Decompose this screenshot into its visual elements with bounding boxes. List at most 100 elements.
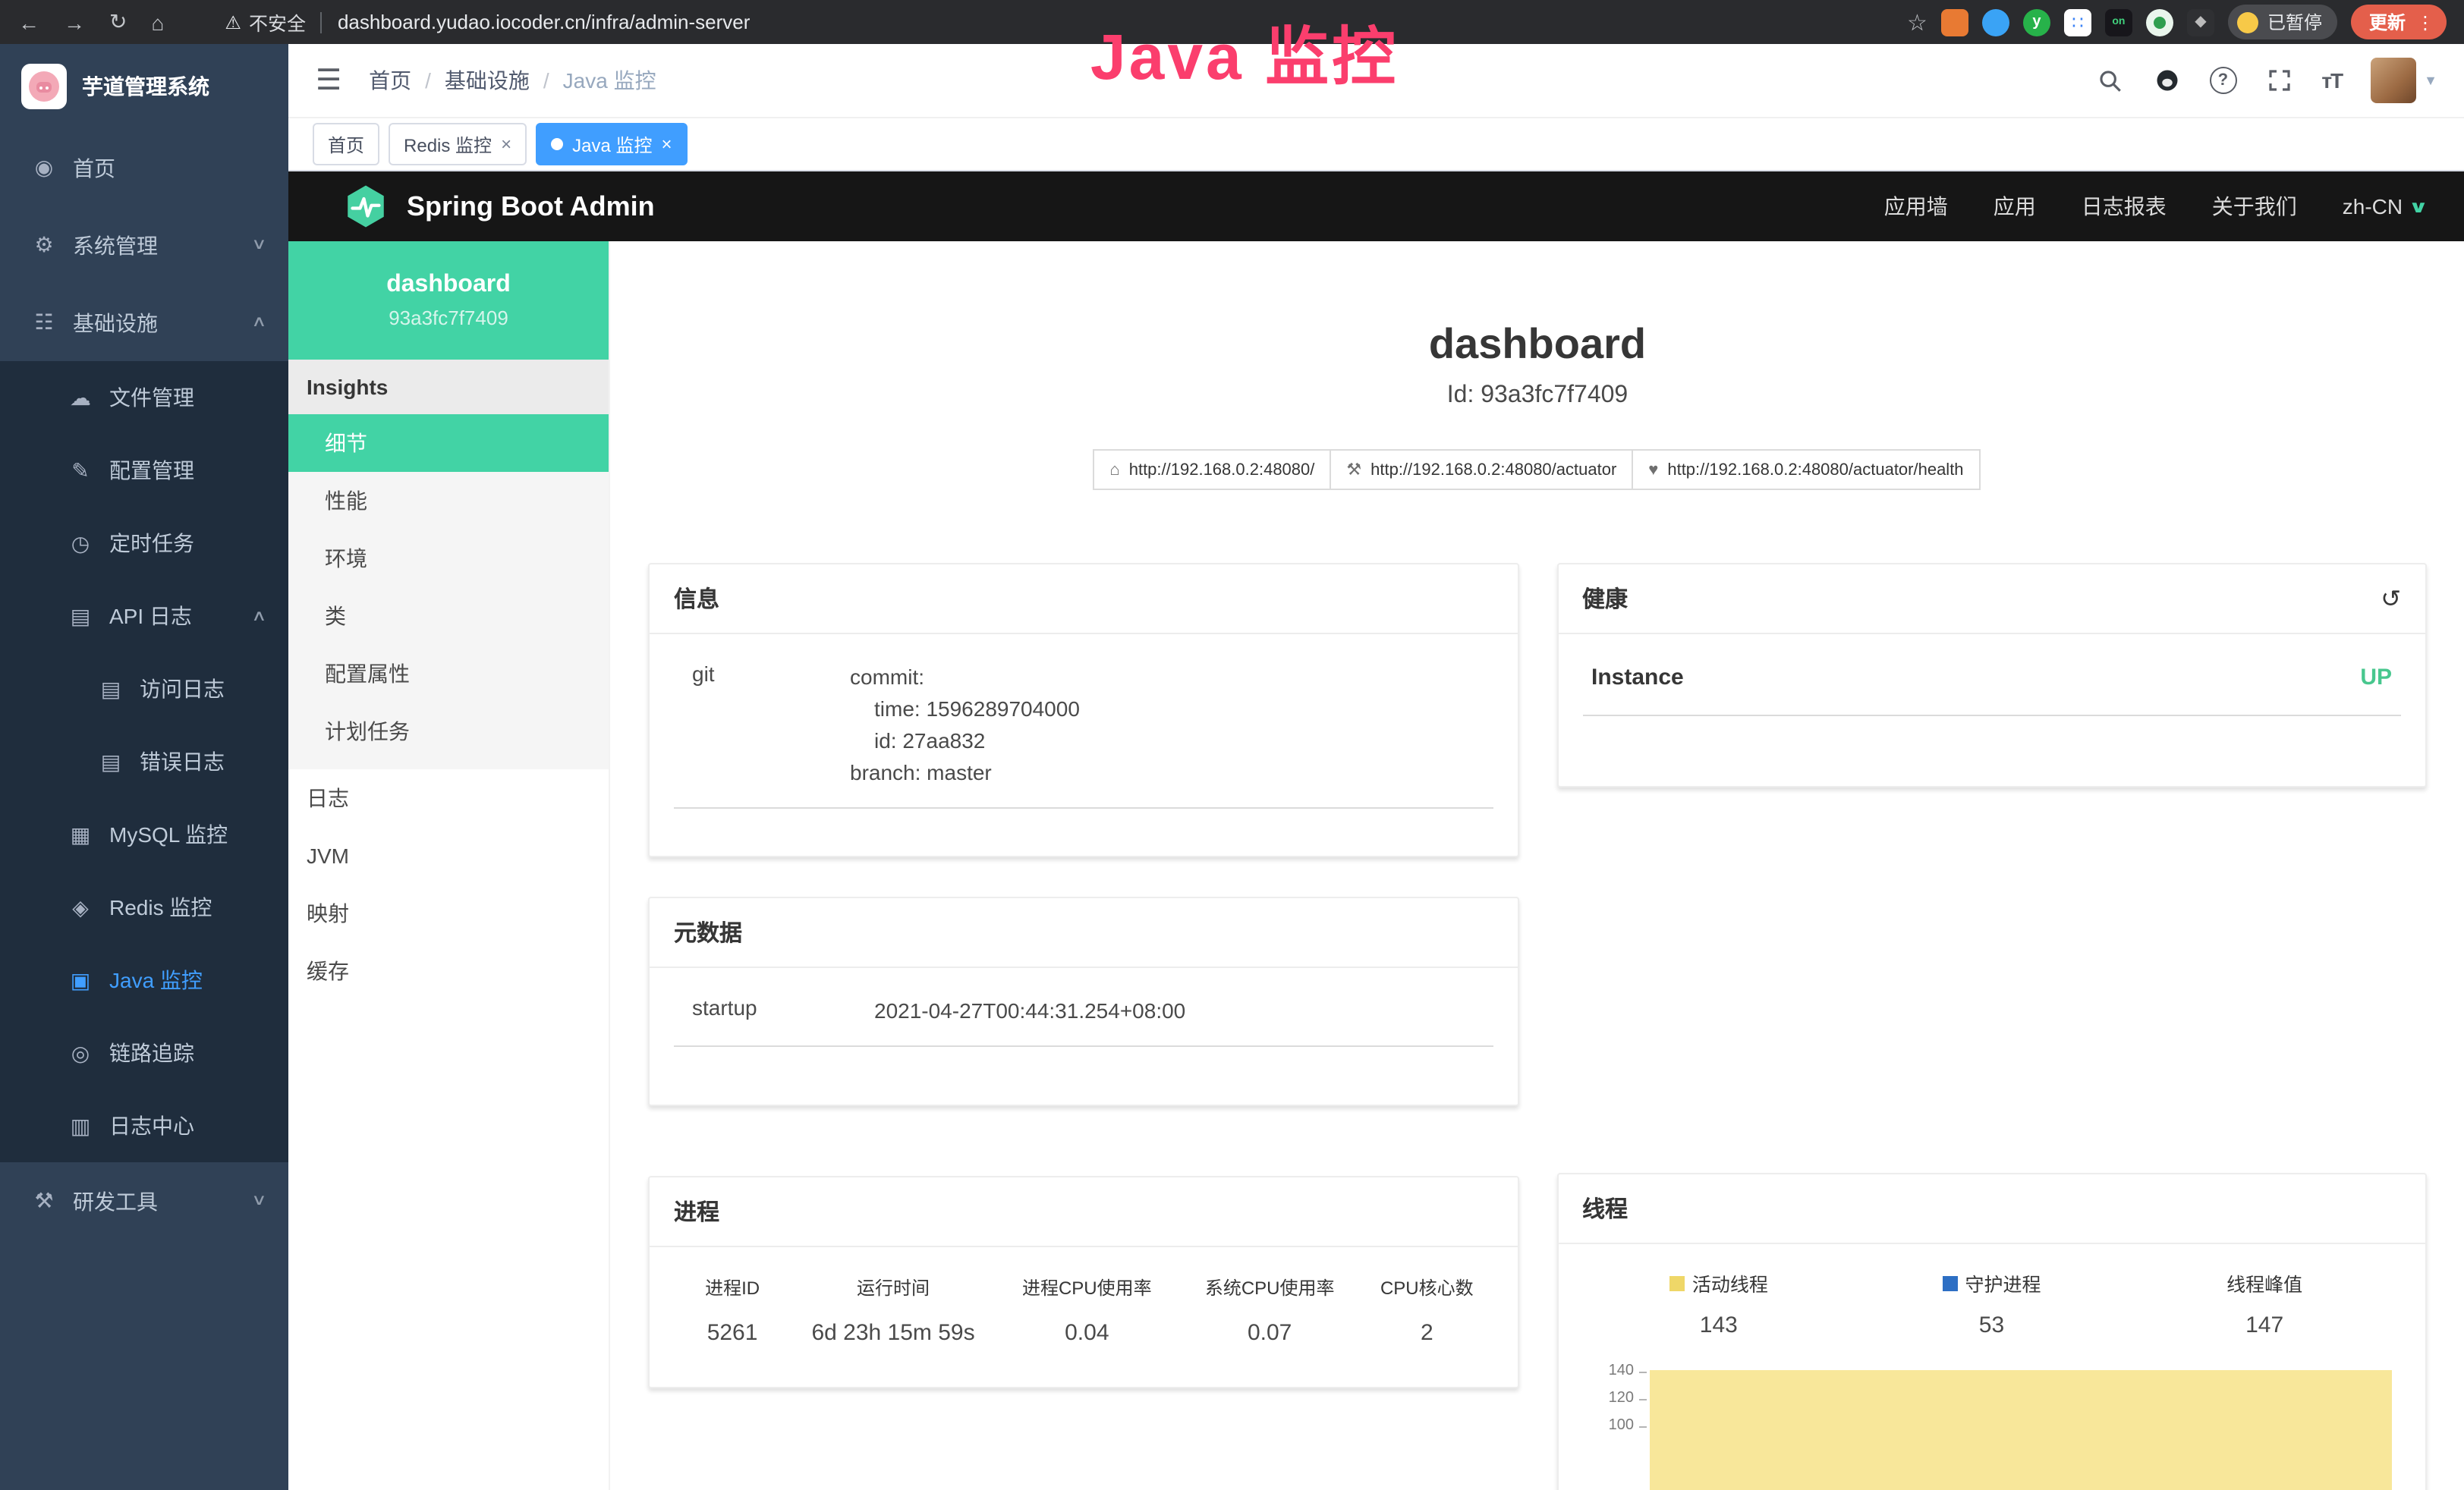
header-actions: ? тT ▼ [2097,58,2437,103]
infrastructure-icon: ☷ [30,310,58,335]
service-url-link[interactable]: ⌂ http://192.168.0.2:48080/ [1093,449,1331,490]
sidebar-item-tracing[interactable]: ◎ 链路追踪 [0,1017,288,1089]
sba-menu-classes[interactable]: 类 [288,587,609,645]
cards-left-column: 信息 git commit: time: 1596289704000 id: 2… [648,563,1518,1388]
sidebar-item-infra[interactable]: ☷ 基础设施 ∧ [0,284,288,361]
legend-daemon-threads: 守护进程 53 [1855,1268,2129,1338]
cloud-icon: ☁ [67,385,94,410]
extension-icon-4[interactable]: ∷ [2064,8,2091,36]
sba-menu-details[interactable]: 细节 [288,414,609,472]
sidebar-item-java-monitor[interactable]: ▣ Java 监控 [0,944,288,1017]
sidebar-item-redis[interactable]: ◈ Redis 监控 [0,871,288,944]
sidebar-item-api-log[interactable]: ▤ API 日志 ∧ [0,580,288,652]
log-icon: ▤ [67,603,94,629]
heartbeat-icon: ♥ [1648,461,1658,479]
sidebar-toggle-icon[interactable]: ☰ [316,63,341,98]
metadata-card: 元数据 startup 2021-04-27T00:44:31.254+08:0… [648,897,1518,1106]
extension-icon-5[interactable]: on [2105,8,2132,36]
redis-icon: ◈ [67,894,94,920]
fullscreen-icon[interactable] [2265,67,2292,94]
sidebar-item-home[interactable]: ◉ 首页 [0,129,288,206]
paused-badge[interactable]: 已暂停 [2228,5,2337,39]
sba-brand-title[interactable]: Spring Boot Admin [407,190,655,222]
help-icon[interactable]: ? [2209,67,2236,94]
sidebar-item-system[interactable]: ⚙ 系统管理 ∨ [0,206,288,284]
sidebar-submenu-infra: ☁ 文件管理 ✎ 配置管理 ◷ 定时任务 ▤ API 日志 ∧ ▤ [0,361,288,1162]
sba-menu-jvm[interactable]: JVM [288,827,609,885]
home-icon[interactable]: ⌂ [151,10,164,34]
sba-navbar: Spring Boot Admin 应用墙 应用 日志报表 关于我们 zh-CN… [288,171,2464,241]
bookmark-star-icon[interactable]: ☆ [1907,8,1927,36]
address-bar[interactable]: ⚠ 不安全 dashboard.yudao.iocoder.cn/infra/a… [225,8,750,36]
sba-nav-wall[interactable]: 应用墙 [1884,191,1948,222]
avatar[interactable] [2371,58,2416,103]
process-table: 进程ID 5261 运行时间 6d 23h 15m 59s [674,1268,1493,1346]
browser-menu-icon[interactable]: ⋮ [2416,11,2434,33]
sidebar-item-error-log[interactable]: ▤ 错误日志 [0,725,288,798]
back-icon[interactable]: ← [18,10,39,34]
tab-redis-monitor[interactable]: Redis 监控 × [389,123,527,165]
sidebar-item-jobs[interactable]: ◷ 定时任务 [0,507,288,580]
sba-menu-metrics[interactable]: 性能 [288,472,609,530]
screen: Java 监控 ← → ↻ ⌂ ⚠ 不安全 dashboard.yudao.io… [0,0,2464,1490]
active-dot [551,138,563,150]
sidebar-item-config[interactable]: ✎ 配置管理 [0,434,288,507]
url-text[interactable]: dashboard.yudao.iocoder.cn/infra/admin-s… [338,11,750,33]
sba-menu-mappings[interactable]: 映射 [288,885,609,942]
sba-insights-group: Insights 细节 性能 环境 类 配置属性 计划任务 [288,360,609,769]
health-url-link[interactable]: ♥ http://192.168.0.2:48080/actuator/heal… [1632,449,1980,490]
sba-sidebar: dashboard 93a3fc7f7409 Insights 细节 性能 环境… [288,241,610,1490]
sba-locale-select[interactable]: zh-CN ∨ [2343,194,2425,218]
breadcrumb-home[interactable]: 首页 [369,65,411,96]
process-col-sys-cpu: 系统CPU使用率 0.07 [1179,1275,1361,1346]
startup-value: 2021-04-27T00:44:31.254+08:00 [874,995,1185,1027]
health-instance-row[interactable]: Instance UP [1582,655,2401,716]
update-button[interactable]: 更新 ⋮ [2351,5,2447,39]
app: 芋道管理系统 ◉ 首页 ⚙ 系统管理 ∨ ☷ 基础设施 ∧ ☁ 文件管理 [0,44,2464,1490]
sidebar-item-access-log[interactable]: ▤ 访问日志 [0,652,288,725]
extension-icon-6[interactable] [2146,8,2173,36]
extension-icon-2[interactable] [1982,8,2009,36]
github-icon[interactable] [2153,67,2180,94]
sidebar-item-dev-tools[interactable]: ⚒ 研发工具 ∨ [0,1162,288,1240]
sidebar-item-files[interactable]: ☁ 文件管理 [0,361,288,434]
home-icon: ⌂ [1109,461,1119,479]
sba-nav-journal[interactable]: 日志报表 [2082,191,2167,222]
close-icon[interactable]: × [661,134,672,155]
security-label[interactable]: 不安全 [249,8,306,36]
sba-menu-config-props[interactable]: 配置属性 [288,645,609,703]
cards-right-column: 健康 ↺ Instance UP [1556,563,2427,1490]
sidebar-item-mysql[interactable]: ▦ MySQL 监控 [0,798,288,871]
sba-menu-scheduled-tasks[interactable]: 计划任务 [288,703,609,760]
admin-sidebar: 芋道管理系统 ◉ 首页 ⚙ 系统管理 ∨ ☷ 基础设施 ∧ ☁ 文件管理 [0,44,288,1490]
extension-icon-3[interactable]: y [2023,8,2050,36]
forward-icon[interactable]: → [64,10,85,34]
breadcrumb: 首页 / 基础设施 / Java 监控 [369,65,656,96]
dashboard-icon: ◉ [30,155,58,181]
close-icon[interactable]: × [501,134,511,155]
search-icon[interactable] [2097,67,2124,94]
history-icon[interactable]: ↺ [2381,583,2401,614]
tab-home[interactable]: 首页 [313,123,379,165]
sba-menu-logs[interactable]: 日志 [288,769,609,827]
sba-logo-icon [343,184,389,229]
document-icon: ▤ [97,676,124,702]
tab-java-monitor[interactable]: Java 监控 × [536,123,687,165]
sba-nav-about[interactable]: 关于我们 [2212,191,2297,222]
sba-menu-environment[interactable]: 环境 [288,530,609,587]
monitor-icon: ▣ [67,967,94,993]
sba-menu-caches[interactable]: 缓存 [288,942,609,1000]
user-menu[interactable]: ▼ [2371,58,2437,103]
actuator-url-link[interactable]: ⚒ http://192.168.0.2:48080/actuator [1330,449,1633,490]
breadcrumb-infra[interactable]: 基础设施 [445,65,530,96]
extension-icon-7[interactable]: ◆ [2187,8,2214,36]
sidebar-item-log-center[interactable]: ▥ 日志中心 [0,1089,288,1162]
sba-instance-header[interactable]: dashboard 93a3fc7f7409 [288,241,609,360]
sba-nav-applications[interactable]: 应用 [1994,191,2036,222]
database-icon: ▦ [67,822,94,847]
annotation-overlay: Java 监控 [1090,6,1399,99]
reload-icon[interactable]: ↻ [109,9,127,35]
smiley-icon [2237,11,2258,33]
font-size-icon[interactable]: тT [2321,68,2342,93]
extension-icon-1[interactable] [1941,8,1968,36]
